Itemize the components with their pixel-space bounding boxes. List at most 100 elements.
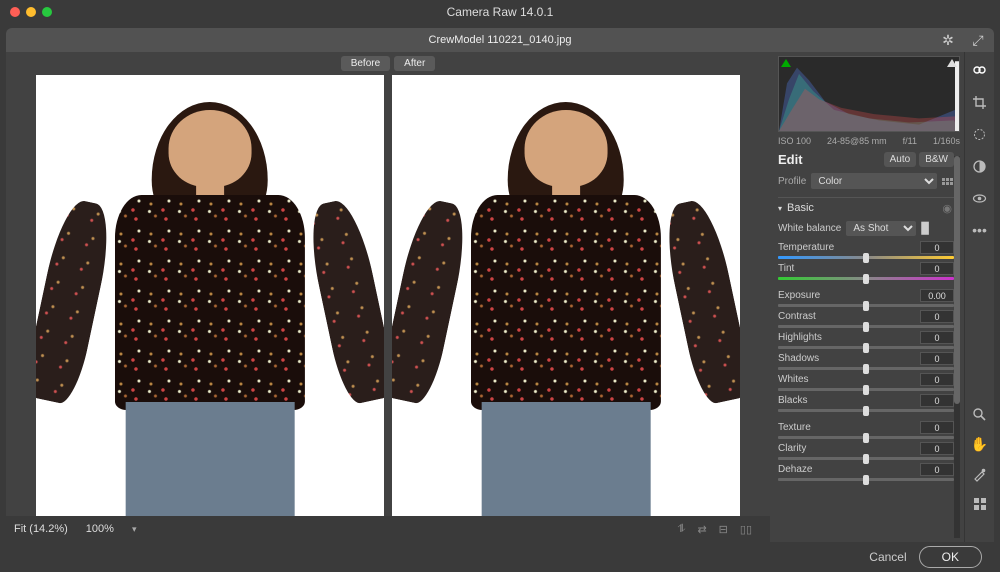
file-bar: CrewModel 110221_0140.jpg ✲ ⤢ — [6, 28, 994, 52]
clarity-slider-row: Clarity — [778, 442, 954, 460]
meta-iso: ISO 100 — [778, 136, 811, 146]
blacks-value[interactable] — [920, 394, 954, 407]
blacks-slider-row: Blacks — [778, 394, 954, 412]
profile-browser-icon[interactable] — [942, 178, 954, 185]
dehaze-value[interactable] — [920, 463, 954, 476]
settings-icon[interactable]: ✲ — [940, 32, 956, 48]
basic-section-header[interactable]: ▾ Basic ◉ — [778, 197, 954, 218]
temperature-knob[interactable] — [863, 253, 869, 263]
after-image[interactable] — [392, 75, 740, 516]
preview-bottom-bar: Fit (14.2%) 100% ▾ ⥮ ⇄ ⊟ ▯▯ — [6, 516, 770, 542]
redeye-tool-icon[interactable] — [972, 190, 988, 206]
tint-label: Tint — [778, 263, 794, 274]
minimize-window-button[interactable] — [26, 7, 36, 17]
scrollbar-thumb[interactable] — [954, 156, 960, 404]
temperature-slider-row: Temperature — [778, 241, 954, 259]
compare-icon-1[interactable]: ⥮ — [677, 523, 685, 536]
hand-tool-icon[interactable]: ✋ — [972, 436, 988, 452]
shadows-knob[interactable] — [863, 364, 869, 374]
bw-button[interactable]: B&W — [919, 152, 954, 167]
fullscreen-icon[interactable]: ⤢ — [970, 32, 986, 48]
dialog-footer: Cancel OK — [0, 542, 1000, 572]
tint-slider[interactable] — [778, 277, 954, 280]
sampler-tool-icon[interactable] — [972, 466, 988, 482]
main-area: Before After Fit (14.2%) 100% ▾ ⥮ ⇄ ⊟ ▯▯ — [6, 52, 994, 542]
zoom-dropdown-icon[interactable]: ▾ — [132, 524, 137, 535]
shadows-slider-row: Shadows — [778, 352, 954, 370]
dehaze-knob[interactable] — [863, 475, 869, 485]
blacks-knob[interactable] — [863, 406, 869, 416]
dehaze-slider-row: Dehaze — [778, 463, 954, 481]
texture-slider[interactable] — [778, 436, 954, 439]
app-title: Camera Raw 14.0.1 — [447, 5, 554, 19]
titlebar: Camera Raw 14.0.1 — [0, 0, 1000, 24]
highlights-value[interactable] — [920, 331, 954, 344]
edit-title: Edit — [778, 152, 803, 167]
compare-icon-3[interactable]: ⊟ — [719, 523, 728, 536]
before-image[interactable] — [36, 75, 384, 516]
visibility-icon[interactable]: ◉ — [942, 202, 952, 215]
after-tab[interactable]: After — [394, 56, 435, 71]
texture-knob[interactable] — [863, 433, 869, 443]
texture-value[interactable] — [920, 421, 954, 434]
tint-knob[interactable] — [863, 274, 869, 284]
ok-button[interactable]: OK — [919, 546, 982, 568]
whites-slider[interactable] — [778, 388, 954, 391]
before-tab[interactable]: Before — [341, 56, 390, 71]
highlights-knob[interactable] — [863, 343, 869, 353]
temperature-value[interactable] — [920, 241, 954, 254]
highlight-clip-icon[interactable] — [947, 59, 957, 67]
temperature-slider[interactable] — [778, 256, 954, 259]
maximize-window-button[interactable] — [42, 7, 52, 17]
exposure-slider-row: Exposure — [778, 289, 954, 307]
highlights-slider[interactable] — [778, 346, 954, 349]
contrast-knob[interactable] — [863, 322, 869, 332]
whites-value[interactable] — [920, 373, 954, 386]
heal-tool-icon[interactable] — [972, 126, 988, 142]
tint-value[interactable] — [920, 262, 954, 275]
temperature-label: Temperature — [778, 242, 834, 253]
profile-select[interactable]: Color — [811, 173, 937, 189]
zoom-100[interactable]: 100% — [78, 523, 122, 535]
texture-label: Texture — [778, 422, 811, 433]
shadow-clip-icon[interactable] — [781, 59, 791, 67]
edit-tool-icon[interactable] — [972, 62, 988, 78]
close-window-button[interactable] — [10, 7, 20, 17]
clarity-slider[interactable] — [778, 457, 954, 460]
whites-label: Whites — [778, 374, 809, 385]
shadows-value[interactable] — [920, 352, 954, 365]
edit-panel: ISO 100 24-85@85 mm f/11 1/160s Edit Aut… — [770, 52, 964, 542]
whites-knob[interactable] — [863, 385, 869, 395]
exposure-knob[interactable] — [863, 301, 869, 311]
compare-icon-2[interactable]: ⇄ — [697, 523, 706, 536]
zoom-tool-icon[interactable] — [972, 406, 988, 422]
profile-label: Profile — [778, 176, 806, 187]
shadows-slider[interactable] — [778, 367, 954, 370]
mask-tool-icon[interactable] — [972, 158, 988, 174]
clarity-knob[interactable] — [863, 454, 869, 464]
clarity-value[interactable] — [920, 442, 954, 455]
exposure-slider[interactable] — [778, 304, 954, 307]
dehaze-slider[interactable] — [778, 478, 954, 481]
histogram[interactable] — [778, 56, 960, 132]
basic-title: Basic — [787, 202, 814, 214]
more-icon[interactable]: ••• — [972, 222, 988, 238]
panel-scrollbar[interactable] — [954, 156, 960, 538]
blacks-slider[interactable] — [778, 409, 954, 412]
eyedropper-icon[interactable]: ▉ — [921, 222, 929, 235]
contrast-slider-row: Contrast — [778, 310, 954, 328]
auto-button[interactable]: Auto — [884, 152, 917, 167]
grid-tool-icon[interactable] — [972, 496, 988, 512]
dehaze-label: Dehaze — [778, 464, 812, 475]
contrast-slider[interactable] — [778, 325, 954, 328]
cancel-button[interactable]: Cancel — [869, 550, 906, 564]
contrast-value[interactable] — [920, 310, 954, 323]
wb-select[interactable]: As Shot — [846, 221, 916, 236]
shadows-label: Shadows — [778, 353, 819, 364]
exposure-value[interactable] — [920, 289, 954, 302]
contrast-label: Contrast — [778, 311, 816, 322]
image-metadata: ISO 100 24-85@85 mm f/11 1/160s — [778, 134, 960, 152]
crop-tool-icon[interactable] — [972, 94, 988, 110]
compare-icon-4[interactable]: ▯▯ — [740, 523, 752, 536]
zoom-fit[interactable]: Fit (14.2%) — [14, 523, 68, 535]
